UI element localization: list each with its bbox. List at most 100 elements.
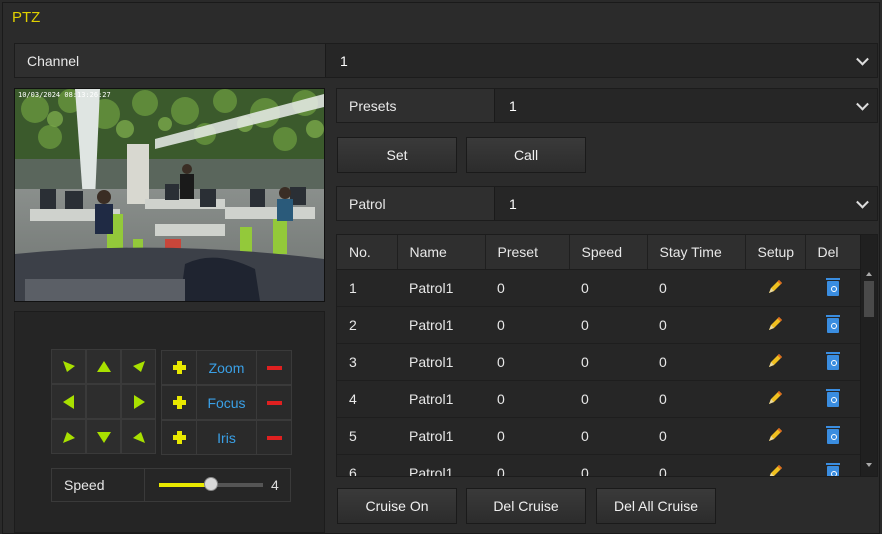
focus-out-button[interactable] — [257, 386, 291, 419]
del-cell — [805, 343, 861, 381]
column-header-stay-time: Stay Time — [647, 235, 746, 270]
arrow-down-right-icon — [132, 431, 145, 443]
trash-icon[interactable] — [825, 463, 840, 476]
zoom-in-button[interactable] — [162, 351, 197, 384]
column-header-preset: Preset — [485, 235, 570, 270]
plus-icon — [172, 396, 186, 409]
iris-open-button[interactable] — [162, 421, 197, 454]
channel-value-text: 1 — [340, 52, 348, 69]
table-row[interactable]: 4 Patrol1 0 0 0 — [337, 380, 861, 418]
cell-name: Patrol1 — [397, 269, 485, 307]
tilt-down-button[interactable] — [86, 419, 121, 454]
zoom-label: Zoom — [197, 351, 257, 384]
speed-slider-handle[interactable] — [204, 477, 218, 491]
table-scrollbar[interactable] — [860, 235, 877, 476]
cell-speed: 0 — [569, 380, 647, 418]
cruise-on-button[interactable]: Cruise On — [337, 488, 457, 524]
chevron-down-icon — [856, 97, 869, 111]
cell-name: Patrol1 — [397, 380, 485, 418]
arrow-up-right-icon — [132, 360, 145, 372]
presets-value-text: 1 — [509, 97, 517, 114]
patrol-label: Patrol — [337, 187, 495, 220]
scrollbar-thumb[interactable] — [864, 281, 874, 317]
table-row[interactable]: 2 Patrol1 0 0 0 — [337, 306, 861, 344]
cell-speed: 0 — [569, 343, 647, 381]
cell-stay-time: 0 — [647, 343, 745, 381]
del-all-cruise-button[interactable]: Del All Cruise — [596, 488, 716, 524]
cell-speed: 0 — [569, 306, 647, 344]
arrow-down-left-icon — [62, 431, 75, 443]
table-row[interactable]: 6 Patrol1 0 0 0 — [337, 454, 861, 478]
setup-cell — [745, 343, 805, 381]
setup-cell — [745, 269, 805, 307]
cell-no: 5 — [337, 417, 397, 455]
del-cell — [805, 454, 861, 476]
table-row[interactable]: 5 Patrol1 0 0 0 — [337, 417, 861, 455]
pencil-icon[interactable] — [766, 352, 784, 370]
pan-left-button[interactable] — [51, 384, 86, 419]
cell-preset: 0 — [485, 343, 569, 381]
ptz-control-panel: Zoom Focus Iris Speed 4 — [14, 311, 325, 533]
del-cruise-button[interactable]: Del Cruise — [466, 488, 586, 524]
pan-right-button[interactable] — [121, 384, 156, 419]
patrol-value[interactable]: 1 — [495, 187, 877, 220]
cell-name: Patrol1 — [397, 417, 485, 455]
scroll-down-icon[interactable] — [866, 463, 872, 467]
iris-label: Iris — [197, 421, 257, 454]
table-row[interactable]: 1 Patrol1 0 0 0 — [337, 269, 861, 307]
column-header-setup: Setup — [745, 235, 806, 270]
speed-slider-track[interactable] — [159, 477, 263, 491]
presets-value[interactable]: 1 — [495, 89, 877, 122]
setup-cell — [745, 380, 805, 418]
cell-speed: 0 — [569, 269, 647, 307]
patrol-table: No. Name Preset Speed Stay Time Setup De… — [336, 234, 878, 477]
pencil-icon[interactable] — [766, 278, 784, 296]
pan-up-left-button[interactable] — [51, 349, 86, 384]
zoom-out-button[interactable] — [257, 351, 291, 384]
camera-timestamp: 10/03/2024 08:13:26:27 — [18, 91, 111, 99]
trash-icon[interactable] — [825, 426, 840, 445]
iris-close-button[interactable] — [257, 421, 291, 454]
cell-stay-time: 0 — [647, 417, 745, 455]
channel-select[interactable]: Channel 1 — [14, 43, 878, 78]
trash-icon[interactable] — [825, 315, 840, 334]
setup-cell — [745, 417, 805, 455]
pencil-icon[interactable] — [766, 389, 784, 407]
table-row[interactable]: 3 Patrol1 0 0 0 — [337, 343, 861, 381]
arrow-up-icon — [96, 360, 111, 372]
pencil-icon[interactable] — [766, 315, 784, 333]
column-header-del: Del — [805, 235, 862, 270]
pan-down-left-button[interactable] — [51, 419, 86, 454]
set-preset-button[interactable]: Set — [337, 137, 457, 173]
ptz-center-button[interactable] — [86, 384, 121, 419]
plus-icon — [172, 431, 186, 444]
scroll-up-icon[interactable] — [866, 272, 872, 276]
call-preset-button[interactable]: Call — [466, 137, 586, 173]
pencil-icon[interactable] — [766, 463, 784, 478]
pencil-icon[interactable] — [766, 426, 784, 444]
setup-cell — [745, 454, 805, 478]
patrol-select[interactable]: Patrol 1 — [336, 186, 878, 221]
trash-icon[interactable] — [825, 352, 840, 371]
focus-in-button[interactable] — [162, 386, 197, 419]
speed-slider[interactable]: 4 — [145, 469, 290, 501]
cell-stay-time: 0 — [647, 269, 745, 307]
tilt-up-button[interactable] — [86, 349, 121, 384]
pan-up-right-button[interactable] — [121, 349, 156, 384]
arrow-down-icon — [96, 431, 111, 443]
setup-cell — [745, 306, 805, 344]
cell-no: 4 — [337, 380, 397, 418]
cell-stay-time: 0 — [647, 454, 745, 476]
trash-icon[interactable] — [825, 389, 840, 408]
channel-value[interactable]: 1 — [326, 44, 877, 77]
arrow-left-icon — [62, 394, 74, 409]
iris-control: Iris — [161, 420, 292, 455]
plus-icon — [172, 361, 186, 374]
camera-image: 10/03/2024 08:13:26:27 — [15, 89, 324, 301]
cell-stay-time: 0 — [647, 380, 745, 418]
presets-select[interactable]: Presets 1 — [336, 88, 878, 123]
cell-name: Patrol1 — [397, 306, 485, 344]
focus-label: Focus — [197, 386, 257, 419]
pan-down-right-button[interactable] — [121, 419, 156, 454]
trash-icon[interactable] — [825, 278, 840, 297]
